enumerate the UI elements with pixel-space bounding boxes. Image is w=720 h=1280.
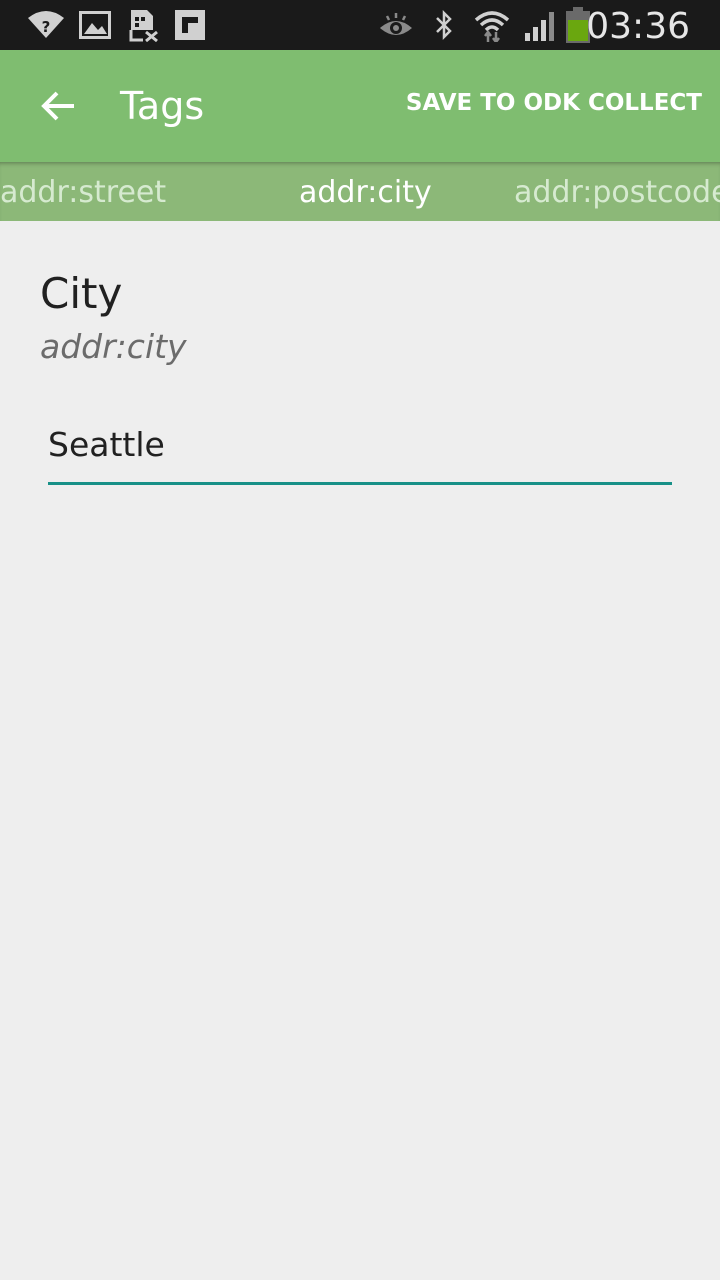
eye-icon xyxy=(378,8,414,42)
svg-text:?: ? xyxy=(42,18,51,36)
bluetooth-icon xyxy=(432,8,456,42)
tab-addr-street[interactable]: addr:street xyxy=(0,175,166,210)
save-to-odk-collect-button[interactable]: SAVE TO ODK COLLECT xyxy=(406,90,702,116)
image-icon xyxy=(78,8,112,42)
arrow-left-icon xyxy=(41,91,74,121)
page-title: Tags xyxy=(120,84,205,128)
field-title: City xyxy=(40,269,123,318)
status-bar: ? 03:36 xyxy=(0,0,720,50)
back-button[interactable] xyxy=(26,74,90,138)
tag-value-input[interactable] xyxy=(48,417,672,485)
wifi-question-icon: ? xyxy=(26,8,66,42)
status-time: 03:36 xyxy=(586,6,690,47)
tab-addr-city[interactable]: addr:city xyxy=(299,175,432,210)
signal-icon xyxy=(522,8,558,42)
app-bar: Tags SAVE TO ODK COLLECT xyxy=(0,50,720,162)
wifi-transfer-icon xyxy=(472,8,512,42)
tag-editor: City addr:city xyxy=(0,221,720,1280)
tag-tab-strip: addr:street addr:city addr:postcode xyxy=(0,162,720,221)
flipboard-icon xyxy=(174,8,206,42)
field-key: addr:city xyxy=(40,327,187,366)
sim-error-icon xyxy=(128,8,160,42)
tab-addr-postcode[interactable]: addr:postcode xyxy=(514,175,720,210)
